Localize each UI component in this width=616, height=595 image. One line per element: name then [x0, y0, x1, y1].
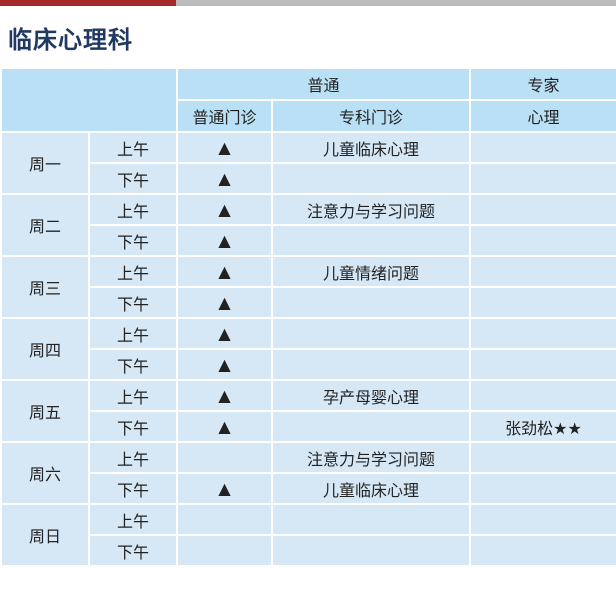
day-label: 周五 — [0, 379, 90, 443]
period-cell: 上午 — [88, 193, 178, 226]
expert-psychology-cell — [469, 534, 616, 567]
page-title: 临床心理科 — [8, 26, 133, 54]
period-cell: 上午 — [88, 503, 178, 536]
table-row: 下午 — [1, 534, 616, 567]
day-label: 周四 — [0, 317, 90, 381]
expert-psychology-cell — [469, 317, 616, 350]
general-clinic-cell: ▲ — [176, 131, 273, 164]
specialist-clinic-cell: 注意力与学习问题 — [270, 193, 472, 226]
specialist-clinic-cell — [270, 534, 472, 567]
specialist-clinic-cell: 儿童临床心理 — [270, 131, 472, 164]
general-clinic-cell: ▲ — [176, 317, 273, 350]
expert-psychology-cell — [469, 162, 616, 195]
expert-psychology-cell — [469, 348, 616, 381]
general-clinic-cell — [176, 503, 273, 536]
expert-psychology-cell — [469, 472, 616, 505]
table-row: 下午 ▲ 儿童临床心理 — [1, 472, 616, 505]
specialist-clinic-cell — [270, 224, 472, 257]
period-cell: 上午 — [88, 317, 178, 350]
table-row: 周四 上午 ▲ — [0, 317, 616, 381]
general-clinic-cell: ▲ — [176, 286, 273, 319]
general-clinic-cell: ▲ — [176, 410, 273, 443]
expert-psychology-cell — [469, 441, 616, 474]
top-accent-red — [0, 0, 176, 6]
specialist-clinic-cell: 儿童情绪问题 — [270, 255, 472, 288]
general-clinic-cell: ▲ — [176, 255, 273, 288]
table-row: 下午 ▲ — [1, 348, 616, 381]
header-row-groups: 普通 专家 — [0, 67, 616, 133]
general-clinic-cell: ▲ — [176, 348, 273, 381]
table-row: 周六 上午 注意力与学习问题 — [0, 441, 616, 505]
general-clinic-cell: ▲ — [176, 379, 273, 412]
specialist-clinic-cell: 注意力与学习问题 — [270, 441, 472, 474]
table-row: 下午 ▲ — [1, 286, 616, 319]
table-row: 周二 上午 ▲ 注意力与学习问题 — [0, 193, 616, 257]
general-clinic-cell: ▲ — [176, 193, 273, 226]
period-cell: 上午 — [88, 131, 178, 164]
expert-psychology-cell — [469, 286, 616, 319]
table-row: 周五 上午 ▲ 孕产母婴心理 — [0, 379, 616, 443]
period-cell: 下午 — [88, 286, 178, 319]
top-accent-gray — [176, 0, 616, 6]
period-cell: 下午 — [88, 472, 178, 505]
header-expert-group: 专家 — [469, 67, 616, 101]
day-label: 周三 — [0, 255, 90, 319]
header-psychology: 心理 — [469, 99, 616, 133]
day-label: 周一 — [0, 131, 90, 195]
period-cell: 上午 — [88, 441, 178, 474]
general-clinic-cell: ▲ — [176, 472, 273, 505]
general-clinic-cell — [176, 441, 273, 474]
general-clinic-cell — [176, 534, 273, 567]
specialist-clinic-cell — [270, 286, 472, 319]
table-row: 下午 ▲ — [1, 224, 616, 257]
specialist-clinic-cell — [270, 348, 472, 381]
specialist-clinic-cell — [270, 410, 472, 443]
period-cell: 下午 — [88, 410, 178, 443]
top-accent-bar — [0, 0, 616, 6]
general-clinic-cell: ▲ — [176, 224, 273, 257]
period-cell: 上午 — [88, 379, 178, 412]
table-row: 下午 ▲ — [1, 162, 616, 195]
period-cell: 下午 — [88, 162, 178, 195]
day-label: 周日 — [0, 503, 90, 567]
specialist-clinic-cell: 儿童临床心理 — [270, 472, 472, 505]
period-cell: 下午 — [88, 348, 178, 381]
specialist-clinic-cell — [270, 503, 472, 536]
expert-psychology-cell — [469, 503, 616, 536]
expert-psychology-cell — [469, 255, 616, 288]
specialist-clinic-cell — [270, 162, 472, 195]
schedule-table: 普通 专家 普通门诊 专科门诊 心理 周一 上午 ▲ 儿童临床心理 下午 ▲ 周二 上午 ▲ 注意… — [0, 67, 616, 567]
period-cell: 下午 — [88, 224, 178, 257]
header-general-group: 普通 — [175, 67, 472, 101]
specialist-clinic-cell — [270, 317, 472, 350]
header-general-clinic: 普通门诊 — [176, 99, 273, 133]
period-cell: 下午 — [88, 534, 178, 567]
day-label: 周六 — [0, 441, 90, 505]
table-row: 周日 上午 — [0, 503, 616, 567]
header-corner-cell — [0, 67, 178, 133]
expert-psychology-cell: 张劲松★★ — [469, 410, 616, 443]
header-specialist-clinic: 专科门诊 — [270, 99, 472, 133]
general-clinic-cell: ▲ — [176, 162, 273, 195]
table-row: 周三 上午 ▲ 儿童情绪问题 — [0, 255, 616, 319]
table-row: 周一 上午 ▲ 儿童临床心理 — [0, 131, 616, 195]
expert-psychology-cell — [469, 224, 616, 257]
table-row: 下午 ▲ 张劲松★★ — [1, 410, 616, 443]
period-cell: 上午 — [88, 255, 178, 288]
expert-psychology-cell — [469, 193, 616, 226]
expert-psychology-cell — [469, 379, 616, 412]
expert-psychology-cell — [469, 131, 616, 164]
day-label: 周二 — [0, 193, 90, 257]
specialist-clinic-cell: 孕产母婴心理 — [270, 379, 472, 412]
